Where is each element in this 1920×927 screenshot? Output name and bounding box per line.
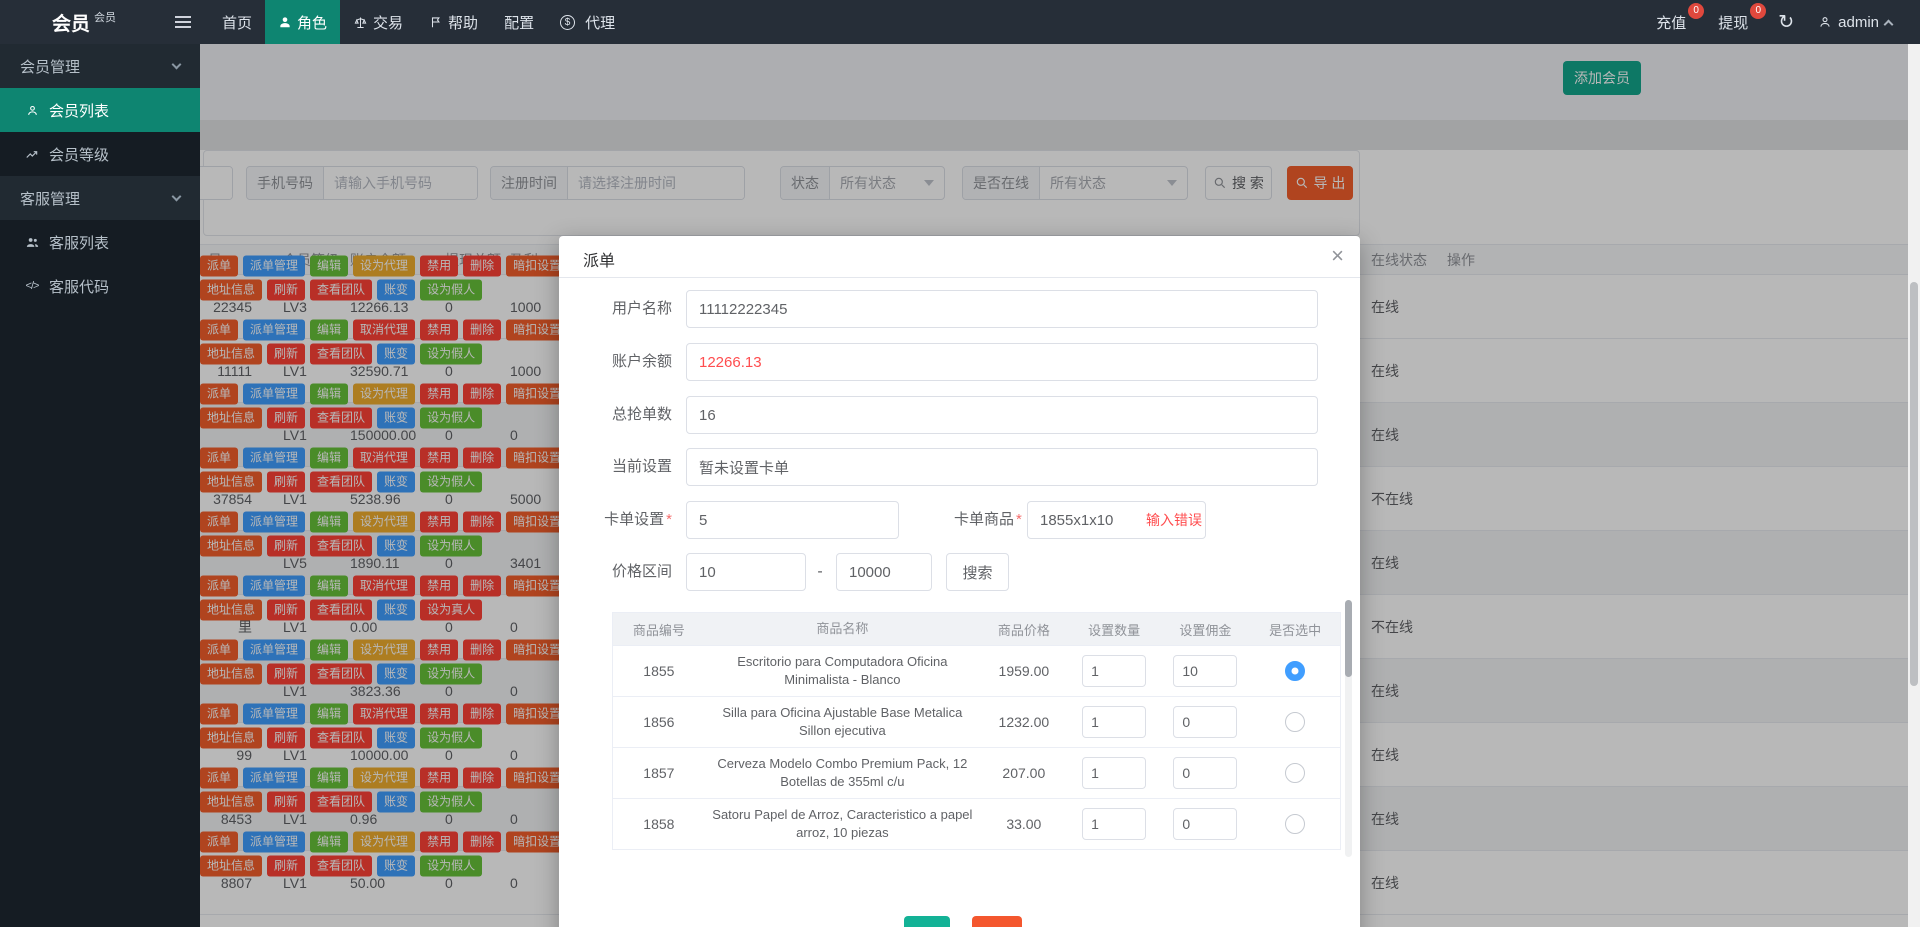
field-card-setting: 卡单设置* 卡单商品* 输入错误 <box>583 501 1360 539</box>
sidebar-group-member-management[interactable]: 会员管理 <box>0 44 200 88</box>
product-table-header: 商品编号 商品名称 商品价格 设置数量 设置佣金 是否选中 <box>613 613 1340 646</box>
sidebar-item-service-code[interactable]: </> 客服代码 <box>0 264 200 308</box>
total-orders-input[interactable] <box>686 396 1318 434</box>
product-row: 1856Silla para Oficina Ajustable Base Me… <box>613 697 1340 748</box>
username-label: admin <box>1838 14 1879 31</box>
chevron-down-icon <box>172 192 182 202</box>
price-max-input[interactable] <box>836 553 932 591</box>
commission-input[interactable] <box>1173 808 1237 840</box>
radio-unselected[interactable] <box>1285 712 1305 732</box>
field-username: 用户名称 <box>583 290 1360 328</box>
quantity-input[interactable] <box>1082 757 1146 789</box>
modal-scrollbar[interactable] <box>1345 600 1352 857</box>
close-icon[interactable]: × <box>1331 243 1344 269</box>
required-star: * <box>1016 511 1022 528</box>
product-id: 1856 <box>613 712 705 732</box>
product-name: Cerveza Modelo Combo Premium Pack, 12 Bo… <box>705 753 980 793</box>
field-price-range: 价格区间 - 搜索 <box>583 553 1360 591</box>
modal-title: 派单 <box>583 247 615 271</box>
product-id: 1855 <box>613 661 705 681</box>
users-icon <box>24 235 40 250</box>
sidebar-group-service-management[interactable]: 客服管理 <box>0 176 200 220</box>
chevron-down-icon <box>172 60 182 70</box>
radio-unselected[interactable] <box>1285 763 1305 783</box>
flag-icon <box>429 15 443 29</box>
field-current-setting: 当前设置 <box>583 448 1360 486</box>
product-table: 商品编号 商品名称 商品价格 设置数量 设置佣金 是否选中 1855Escrit… <box>612 612 1341 850</box>
page-scrollbar[interactable] <box>1908 44 1920 927</box>
tab-agent[interactable]: $ 代理 <box>547 0 628 44</box>
card-setting-input[interactable] <box>686 501 899 539</box>
user-icon <box>278 15 292 29</box>
radio-unselected[interactable] <box>1285 814 1305 834</box>
dispatch-modal: 派单 × 用户名称 账户余额 总抢单数 当前设置 卡单设置* 卡单商品* 输入错… <box>559 236 1360 927</box>
range-dash: - <box>813 553 827 591</box>
refresh-icon[interactable]: ↻ <box>1764 11 1808 34</box>
app-root: 会员会员 首页 角色 交易 帮助 配置 $ 代理 <box>0 0 1920 927</box>
sidebar-item-service-list[interactable]: 客服列表 <box>0 220 200 264</box>
balance-input[interactable] <box>686 343 1318 381</box>
modal-footer-button-cancel[interactable] <box>972 916 1022 927</box>
recharge-nav-item[interactable]: 充值 0 <box>1640 12 1702 33</box>
logo-text: 会员 <box>52 14 90 35</box>
price-min-input[interactable] <box>686 553 806 591</box>
username-input[interactable] <box>686 290 1318 328</box>
product-id: 1858 <box>613 814 705 834</box>
product-name: Satoru Papel de Arroz, Caracteristico a … <box>705 804 980 844</box>
quantity-input[interactable] <box>1082 706 1146 738</box>
navbar: 会员会员 首页 角色 交易 帮助 配置 $ 代理 <box>0 0 1920 44</box>
product-price: 1232.00 <box>980 712 1068 732</box>
modal-search-button[interactable]: 搜索 <box>946 553 1009 591</box>
product-id: 1857 <box>613 763 705 783</box>
sidebar-item-member-level[interactable]: 会员等级 <box>0 132 200 176</box>
product-price: 207.00 <box>980 763 1068 783</box>
scrollbar-thumb[interactable] <box>1910 282 1918 686</box>
tab-help[interactable]: 帮助 <box>416 0 491 44</box>
product-row: 1857Cerveza Modelo Combo Premium Pack, 1… <box>613 748 1340 799</box>
commission-input[interactable] <box>1173 655 1237 687</box>
nav-tabs: 首页 角色 交易 帮助 配置 $ 代理 <box>209 0 628 44</box>
code-icon: </> <box>24 280 40 292</box>
quantity-input[interactable] <box>1082 655 1146 687</box>
member-level-icon <box>24 147 40 161</box>
input-error-text: 输入错误 <box>1146 501 1202 539</box>
commission-input[interactable] <box>1173 757 1237 789</box>
product-row: 1855Escritorio para Computadora Oficina … <box>613 646 1340 697</box>
person-icon <box>1818 15 1832 29</box>
product-name: Escritorio para Computadora Oficina Mini… <box>705 651 980 691</box>
field-balance: 账户余额 <box>583 343 1360 381</box>
sidebar-item-member-list[interactable]: 会员列表 <box>0 88 200 132</box>
field-total-orders: 总抢单数 <box>583 396 1360 434</box>
modal-footer-button-confirm[interactable] <box>904 916 950 927</box>
user-menu[interactable]: admin <box>1808 14 1902 31</box>
required-star: * <box>666 511 672 528</box>
tab-roles[interactable]: 角色 <box>265 0 340 44</box>
commission-input[interactable] <box>1173 706 1237 738</box>
user-icon <box>24 104 40 117</box>
tab-home[interactable]: 首页 <box>209 0 265 44</box>
dollar-icon: $ <box>560 15 575 30</box>
tab-transactions[interactable]: 交易 <box>340 0 416 44</box>
chevron-up-icon <box>1884 19 1894 29</box>
tab-settings[interactable]: 配置 <box>491 0 547 44</box>
product-price: 1959.00 <box>980 661 1068 681</box>
modal-header: 派单 × <box>559 236 1360 278</box>
current-setting-input[interactable] <box>686 448 1318 486</box>
product-row: 1858Satoru Papel de Arroz, Caracteristic… <box>613 799 1340 850</box>
scale-icon <box>353 15 368 30</box>
menu-toggle-icon[interactable] <box>175 0 201 44</box>
app-logo: 会员会员 <box>0 9 175 36</box>
sidebar: 会员管理 会员列表 会员等级 客服管理 客服列表 </> 客服代码 <box>0 44 200 927</box>
product-name: Silla para Oficina Ajustable Base Metali… <box>705 702 980 742</box>
scrollbar-thumb[interactable] <box>1345 600 1352 677</box>
withdraw-badge: 0 <box>1750 3 1766 19</box>
radio-selected[interactable] <box>1285 661 1305 681</box>
product-price: 33.00 <box>980 814 1068 834</box>
quantity-input[interactable] <box>1082 808 1146 840</box>
withdraw-nav-item[interactable]: 提现 0 <box>1702 12 1764 33</box>
navbar-right: 充值 0 提现 0 ↻ admin <box>1640 0 1920 44</box>
